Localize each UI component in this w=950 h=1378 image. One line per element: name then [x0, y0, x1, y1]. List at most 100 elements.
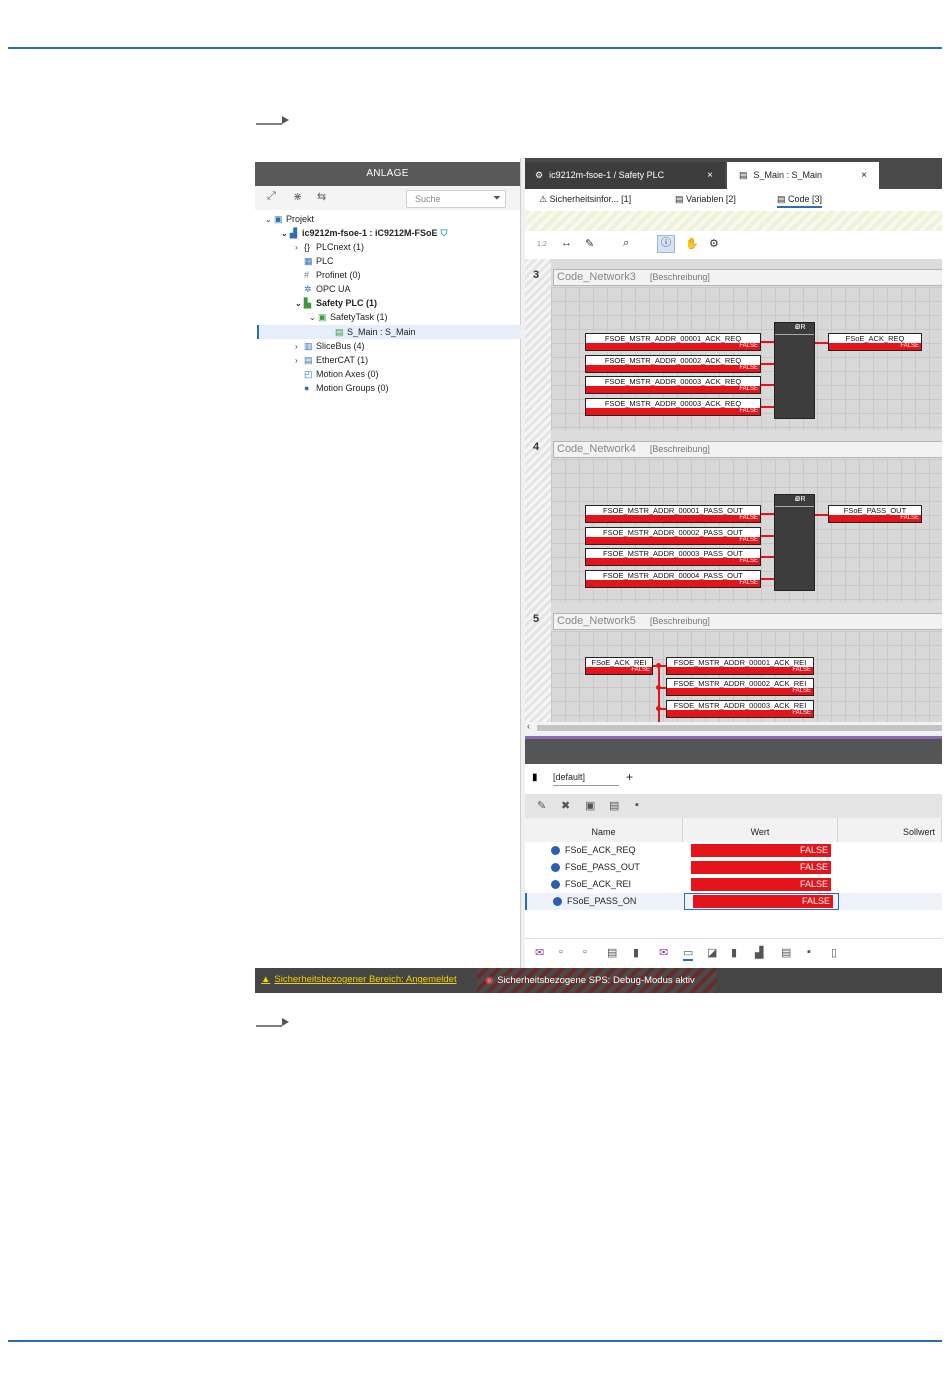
tab-variables[interactable]: ▤ Variablen [2] — [675, 194, 736, 205]
scrollbar-thumb[interactable] — [537, 725, 942, 731]
chevron-right-icon[interactable]: › — [295, 354, 304, 368]
tool-icon[interactable]: ▭ — [683, 946, 694, 961]
target-variable[interactable]: FSOE_MSTR_ADDR_00003_ACK_REI FALSE — [666, 700, 814, 718]
program-icon: ▤ — [739, 170, 748, 180]
tab-code[interactable]: ▤ Code [3] — [777, 194, 823, 208]
mail-icon[interactable]: ✉ — [535, 946, 544, 959]
program-icon: ▤ — [335, 327, 344, 337]
tree-item-motion-groups[interactable]: ● Motion Groups (0) — [304, 381, 389, 395]
scroll-left-icon[interactable]: ‹ — [527, 721, 530, 731]
source-variable[interactable]: FSoE_ACK_REI FALSE — [585, 657, 653, 675]
tree-item-motion-axes[interactable]: ◰ Motion Axes (0) — [304, 367, 379, 381]
sub-tab-bar: ⚠ Sicherheitsinfor... [1] ▤ Variablen [2… — [525, 189, 942, 211]
target-variable[interactable]: FSOE_MSTR_ADDR_00002_ACK_REI FALSE — [666, 678, 814, 696]
tree-item-ethercat[interactable]: › ▤ EtherCAT (1) — [295, 353, 368, 367]
tree-item-profinet[interactable]: # Profinet (0) — [304, 268, 361, 282]
tree-item-safety-plc[interactable]: ⌄ ▙ Safety PLC (1) — [295, 296, 377, 310]
fbd-canvas[interactable]: 3 Code_Network3 [Beschreibung] FSOE_MSTR_… — [525, 259, 942, 722]
input-variable[interactable]: FSOE_MSTR_ADDR_00001_ACK_REQ FALSE — [585, 333, 761, 351]
value-cell[interactable]: FALSE — [691, 844, 831, 857]
chevron-down-icon[interactable]: ⌄ — [295, 297, 304, 311]
select-tool-icon[interactable]: ✎ — [585, 237, 594, 250]
horizontal-scrollbar[interactable]: ‹ — [525, 721, 942, 734]
close-icon[interactable]: × — [861, 162, 867, 189]
network-header[interactable]: Code_Network5 [Beschreibung] — [553, 613, 942, 630]
sync-icon[interactable]: ⇆ — [317, 190, 326, 203]
value-cell[interactable]: FALSE — [693, 895, 833, 908]
tab-s-main[interactable]: ▤ S_Main : S_Main × — [727, 162, 879, 189]
search-input[interactable]: Suche ⏷ — [406, 190, 506, 208]
zoom-ratio-label[interactable]: 1:2 — [537, 241, 547, 248]
tool-icon[interactable]: ▮ — [731, 946, 737, 959]
tab-default[interactable]: [default] — [553, 772, 619, 786]
export-icon[interactable]: ▤ — [609, 799, 619, 812]
tool-icon[interactable]: ▮ — [633, 946, 639, 959]
tool-icon[interactable]: ▪ — [807, 946, 811, 958]
tool-icon[interactable]: ▫ — [559, 946, 563, 958]
filter-icon[interactable]: ⏷ — [493, 193, 501, 204]
or-block[interactable]: ዞ OR — [774, 494, 815, 591]
value-cell[interactable]: FALSE — [691, 861, 831, 874]
clipboard-icon[interactable]: ▮ — [532, 772, 538, 783]
tree-item-safety-task[interactable]: ⌄ ▣ SafetyTask (1) — [309, 310, 388, 324]
tree-item-opcua[interactable]: ✲ OPC UA — [304, 282, 351, 296]
tree-item-plc[interactable]: ▦ PLC — [304, 254, 334, 268]
tool-icon[interactable]: ▫ — [583, 946, 587, 958]
table-row[interactable]: FSoE_ACK_REQ FALSE — [525, 842, 942, 859]
tab-safety-info[interactable]: ⚠ Sicherheitsinfor... [1] — [539, 194, 631, 205]
or-block[interactable]: ዞ OR — [774, 322, 815, 419]
table-row[interactable]: FSoE_PASS_OUT FALSE — [525, 859, 942, 876]
tool-icon[interactable]: ▟ — [755, 946, 763, 959]
input-variable[interactable]: FSOE_MSTR_ADDR_00002_ACK_REQ FALSE — [585, 355, 761, 373]
project-icon: ▣ — [274, 214, 283, 224]
add-tab-button[interactable]: + — [626, 770, 633, 784]
output-variable[interactable]: FSoE_PASS_OUT FALSE — [828, 505, 922, 523]
expand-all-icon[interactable]: ⤢ — [267, 190, 276, 203]
mail-icon[interactable]: ✉ — [659, 946, 668, 959]
column-header-setpoint[interactable]: Sollwert — [838, 818, 942, 842]
close-icon[interactable]: × — [707, 162, 713, 189]
input-variable[interactable]: FSOE_MSTR_ADDR_00001_PASS_OUT FALSE — [585, 505, 761, 523]
tool-icon[interactable]: ▤ — [781, 946, 791, 959]
wire — [761, 384, 775, 386]
delete-icon[interactable]: ✖ — [561, 799, 570, 812]
chevron-down-icon[interactable]: ⌄ — [281, 227, 290, 241]
import-icon[interactable]: ▣ — [585, 799, 595, 812]
input-variable[interactable]: FSOE_MSTR_ADDR_00003_ACK_REQ FALSE — [585, 398, 761, 416]
table-row[interactable]: FSoE_ACK_REI FALSE — [525, 876, 942, 893]
tree-item-slicebus[interactable]: › ▥ SliceBus (4) — [295, 339, 365, 353]
input-variable[interactable]: FSOE_MSTR_ADDR_00004_PASS_OUT FALSE — [585, 570, 761, 588]
info-mode-icon[interactable]: ⓘ — [657, 235, 675, 253]
tool-icon[interactable]: ◪ — [707, 946, 717, 959]
input-variable[interactable]: FSOE_MSTR_ADDR_00002_PASS_OUT FALSE — [585, 527, 761, 545]
input-variable[interactable]: FSOE_MSTR_ADDR_00003_ACK_REQ FALSE — [585, 376, 761, 394]
tab-safety-plc[interactable]: ⚙ ic9212m-fsoe-1 / Safety PLC × — [525, 162, 725, 189]
network-header[interactable]: Code_Network4 [Beschreibung] — [553, 441, 942, 458]
hand-tool-icon[interactable]: ✋ — [685, 237, 699, 250]
column-header-value[interactable]: Wert — [683, 818, 838, 842]
chevron-down-icon[interactable]: ⌄ — [265, 213, 274, 227]
table-row[interactable]: FSoE_PASS_ON FALSE — [525, 893, 942, 910]
tree-item-plcnext[interactable]: ›{} PLCnext (1) — [295, 240, 364, 254]
tree-item-controller[interactable]: ⌄ ▟ ic9212m-fsoe-1 : iC9212M-FSoE ⛉ — [281, 226, 447, 240]
tool-icon[interactable]: ▤ — [607, 946, 617, 959]
fit-width-icon[interactable]: ↔ — [561, 237, 572, 249]
safety-login-status[interactable]: ▲ Sicherheitsbezogener Bereich: Angemelde… — [261, 974, 457, 985]
output-variable[interactable]: FSoE_ACK_REQ FALSE — [828, 333, 922, 351]
input-variable[interactable]: FSOE_MSTR_ADDR_00003_PASS_OUT FALSE — [585, 548, 761, 566]
chevron-right-icon[interactable]: › — [295, 340, 304, 354]
search-icon[interactable]: ⌕ — [623, 237, 629, 250]
network-header[interactable]: Code_Network3 [Beschreibung] — [553, 269, 942, 286]
chevron-down-icon[interactable]: ⌄ — [309, 311, 318, 325]
chevron-right-icon[interactable]: › — [295, 241, 304, 255]
edit-icon[interactable]: ✎ — [537, 799, 546, 812]
target-variable[interactable]: FSOE_MSTR_ADDR_00001_ACK_REI FALSE — [666, 657, 814, 675]
collapse-all-icon[interactable]: ⋇ — [293, 190, 302, 203]
column-header-name[interactable]: Name — [525, 818, 683, 842]
value-cell[interactable]: FALSE — [691, 878, 831, 891]
save-icon[interactable]: ▪ — [635, 799, 639, 811]
settings-icon[interactable]: ⚙ — [709, 237, 719, 250]
tool-icon[interactable]: ▯ — [831, 946, 837, 959]
tree-item-projekt[interactable]: ⌄ ▣ Projekt — [265, 212, 314, 226]
tree-item-s-main[interactable]: ▤ S_Main : S_Main — [335, 325, 416, 339]
